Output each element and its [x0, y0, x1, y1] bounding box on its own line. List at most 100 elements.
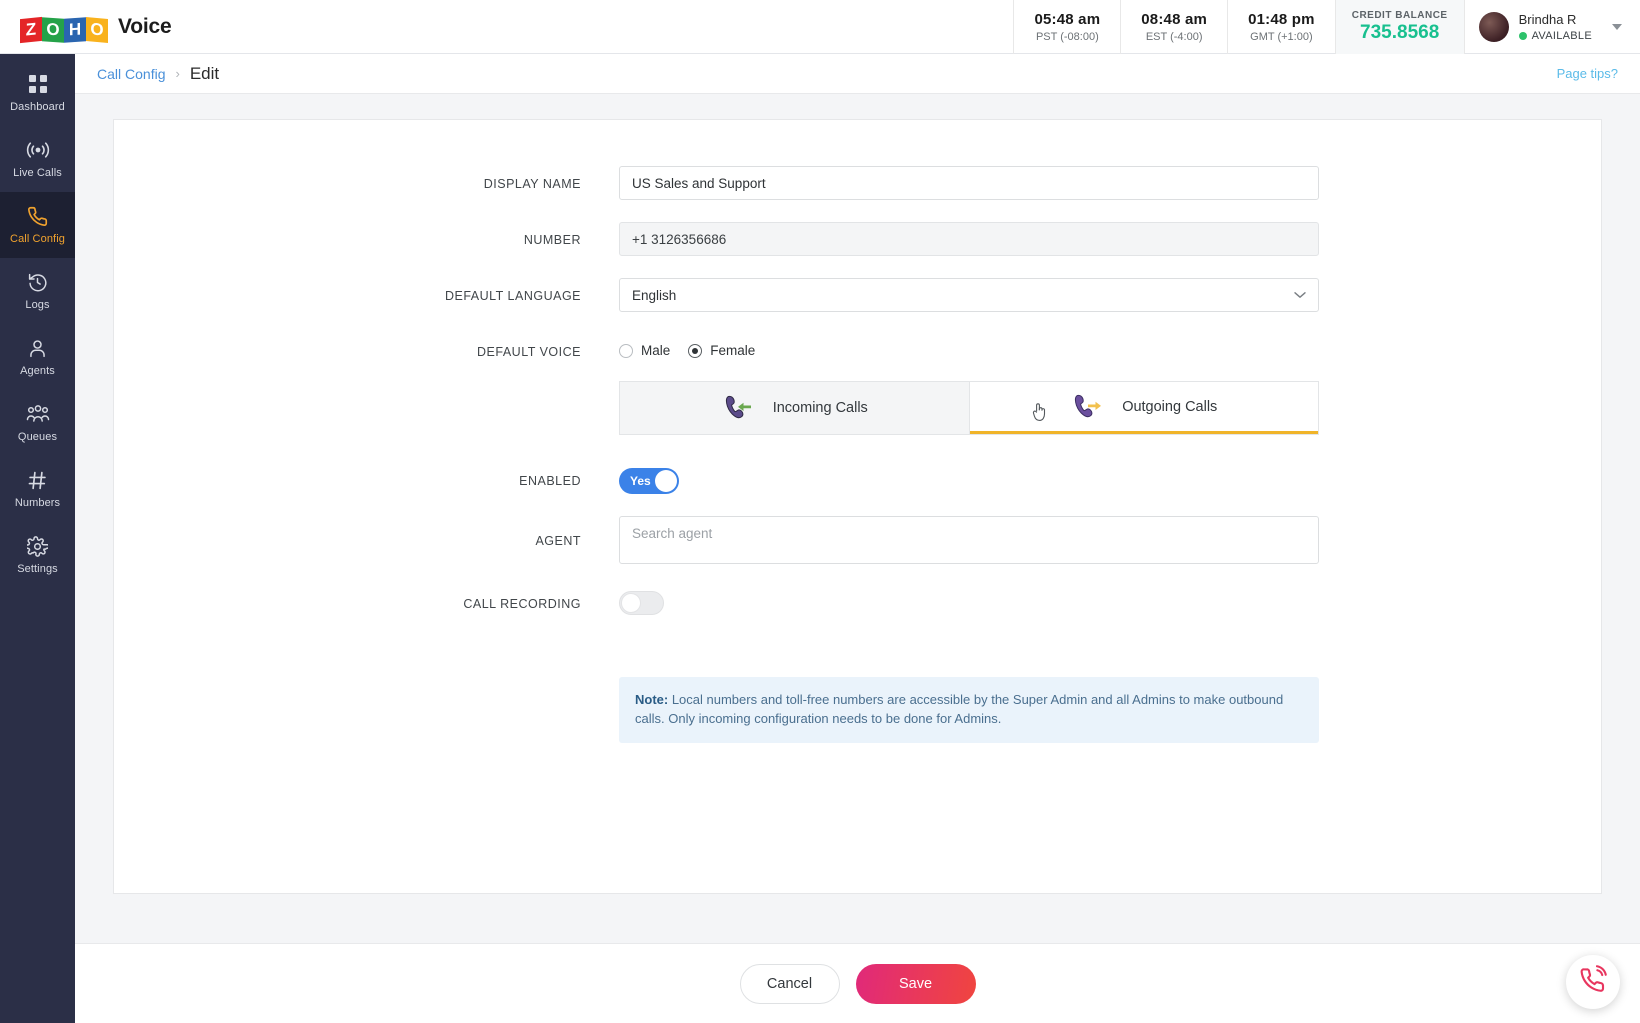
agent-search-input[interactable]: Search agent	[619, 516, 1319, 564]
call-widget-icon	[1578, 964, 1608, 1000]
status-dot-icon	[1518, 31, 1527, 40]
number-label: NUMBER	[523, 233, 581, 247]
save-button[interactable]: Save	[855, 963, 976, 1004]
default-voice-label: DEFAULT VOICE	[477, 345, 581, 359]
default-language-label: DEFAULT LANGUAGE	[444, 289, 581, 303]
incoming-call-icon	[721, 395, 759, 421]
credit-balance-value: 735.8568	[1360, 21, 1440, 43]
tabs-spacer	[114, 381, 619, 435]
avatar	[1478, 11, 1509, 42]
tab-incoming-calls-label: Incoming Calls	[772, 400, 868, 416]
sidebar-item-label: Agents	[20, 365, 55, 377]
default-language-field: English	[619, 278, 1319, 312]
phone-icon	[27, 205, 48, 227]
clock-pst-zone: PST (-08:00)	[1035, 30, 1099, 43]
sidebar-item-label: Queues	[17, 431, 58, 443]
call-direction-tabs: Incoming Calls Outgoing Calls	[619, 381, 1319, 435]
form-footer: Cancel Save	[75, 943, 1640, 1023]
enabled-label: ENABLED	[519, 474, 581, 488]
sidebar-item-label: Numbers	[14, 497, 61, 509]
tab-outgoing-calls[interactable]: Outgoing Calls	[969, 382, 1318, 434]
zoho-logo-icon: Z O H O	[20, 12, 108, 43]
brand: Z O H O Voice	[0, 12, 172, 43]
clock-gmt-zone: GMT (+1:00)	[1250, 30, 1313, 43]
note-prefix: Note:	[635, 692, 669, 707]
logo-letter-o2: O	[86, 16, 108, 43]
credit-balance-label: CREDIT BALANCE	[1351, 9, 1448, 21]
sidebar-item-call-config[interactable]: Call Config	[0, 192, 75, 258]
logo-letter-o1: O	[42, 16, 64, 43]
sidebar-item-live-calls[interactable]: Live Calls	[0, 126, 75, 192]
note-spacer	[114, 677, 619, 743]
sidebar-item-settings[interactable]: Settings	[0, 522, 75, 588]
field-row-call-recording: CALL RECORDING	[114, 586, 1601, 615]
tab-incoming-calls[interactable]: Incoming Calls	[620, 382, 970, 434]
broadcast-icon	[26, 139, 50, 161]
sidebar: Dashboard Live Calls Call Config Logs Ag…	[0, 54, 75, 1023]
user-name: Brindha R	[1518, 11, 1577, 27]
call-recording-toggle[interactable]	[619, 591, 664, 615]
breadcrumb-separator-icon: ›	[175, 66, 180, 81]
clock-gmt-time: 01:48 pm	[1248, 10, 1315, 28]
history-icon	[27, 271, 48, 293]
tab-outgoing-calls-label: Outgoing Calls	[1122, 398, 1218, 415]
header-right: 05:48 am PST (-08:00) 08:48 am EST (-4:0…	[1013, 0, 1640, 54]
display-name-label: DISPLAY NAME	[483, 177, 581, 191]
radio-female[interactable]: Female	[688, 343, 755, 358]
radio-male[interactable]: Male	[619, 343, 670, 358]
field-row-default-voice: DEFAULT VOICE Male Female	[114, 334, 1601, 359]
enabled-field: Yes	[619, 463, 1319, 494]
breadcrumb: Call Config › Edit Page tips?	[75, 54, 1640, 94]
clock-gmt: 01:48 pm GMT (+1:00)	[1227, 0, 1335, 54]
number-input: +1 3126356686	[619, 222, 1319, 256]
enabled-toggle[interactable]: Yes	[619, 468, 679, 494]
breadcrumb-parent-link[interactable]: Call Config	[97, 66, 165, 82]
call-direction-tabs-row: Incoming Calls Outgoing Calls	[114, 381, 1601, 435]
number-field: +1 3126356686	[619, 222, 1319, 256]
user-icon	[27, 337, 48, 359]
call-recording-label: CALL RECORDING	[463, 597, 581, 611]
clock-est-zone: EST (-4:00)	[1145, 30, 1203, 43]
call-widget-button[interactable]	[1566, 955, 1620, 1009]
clock-pst-time: 05:48 am	[1034, 10, 1101, 28]
sidebar-item-queues[interactable]: Queues	[0, 390, 75, 456]
clock-est: 08:48 am EST (-4:00)	[1120, 0, 1227, 54]
agent-label: AGENT	[535, 534, 581, 548]
radio-male-label: Male	[641, 343, 671, 358]
credit-balance[interactable]: CREDIT BALANCE 735.8568	[1334, 0, 1464, 54]
app-header: Z O H O Voice 05:48 am PST (-08:00) 08:4…	[0, 0, 1640, 54]
outgoing-call-icon	[1070, 394, 1108, 420]
sidebar-item-label: Call Config	[10, 233, 65, 245]
main-content: Call Config › Edit Page tips? DISPLAY NA…	[75, 54, 1640, 1023]
field-row-default-language: DEFAULT LANGUAGE English	[114, 278, 1601, 312]
grid-icon	[28, 73, 48, 95]
default-voice-radio-group: Male Female	[619, 334, 1319, 358]
note-text: Local numbers and toll-free numbers are …	[635, 692, 1284, 726]
call-config-form-card: DISPLAY NAME US Sales and Support NUMBER…	[113, 119, 1602, 894]
sidebar-item-agents[interactable]: Agents	[0, 324, 75, 390]
display-name-input[interactable]: US Sales and Support	[619, 166, 1319, 200]
radio-female-circle	[688, 343, 703, 358]
cancel-button[interactable]: Cancel	[739, 963, 840, 1004]
display-name-field: US Sales and Support	[619, 166, 1319, 200]
form-scroll-area: DISPLAY NAME US Sales and Support NUMBER…	[75, 94, 1640, 943]
radio-female-label: Female	[710, 343, 756, 358]
field-row-agent: AGENT Search agent	[114, 516, 1601, 564]
sidebar-item-dashboard[interactable]: Dashboard	[0, 60, 75, 126]
field-row-display-name: DISPLAY NAME US Sales and Support	[114, 166, 1601, 200]
field-row-number: NUMBER +1 3126356686	[114, 222, 1601, 256]
hash-icon	[27, 469, 48, 491]
chevron-down-icon[interactable]	[1612, 23, 1622, 30]
note-banner: Note: Local numbers and toll-free number…	[619, 677, 1319, 743]
sidebar-item-numbers[interactable]: Numbers	[0, 456, 75, 522]
group-icon	[26, 403, 50, 425]
sidebar-item-logs[interactable]: Logs	[0, 258, 75, 324]
field-row-enabled: ENABLED Yes	[114, 463, 1601, 494]
default-voice-field: Male Female	[619, 334, 1319, 358]
note-row: Note: Local numbers and toll-free number…	[114, 677, 1601, 743]
default-language-select[interactable]: English	[619, 278, 1319, 312]
gear-icon	[27, 535, 48, 557]
user-menu[interactable]: Brindha R AVAILABLE	[1463, 0, 1640, 54]
page-tips-link[interactable]: Page tips?	[1557, 66, 1618, 81]
agent-field: Search agent	[619, 516, 1319, 564]
